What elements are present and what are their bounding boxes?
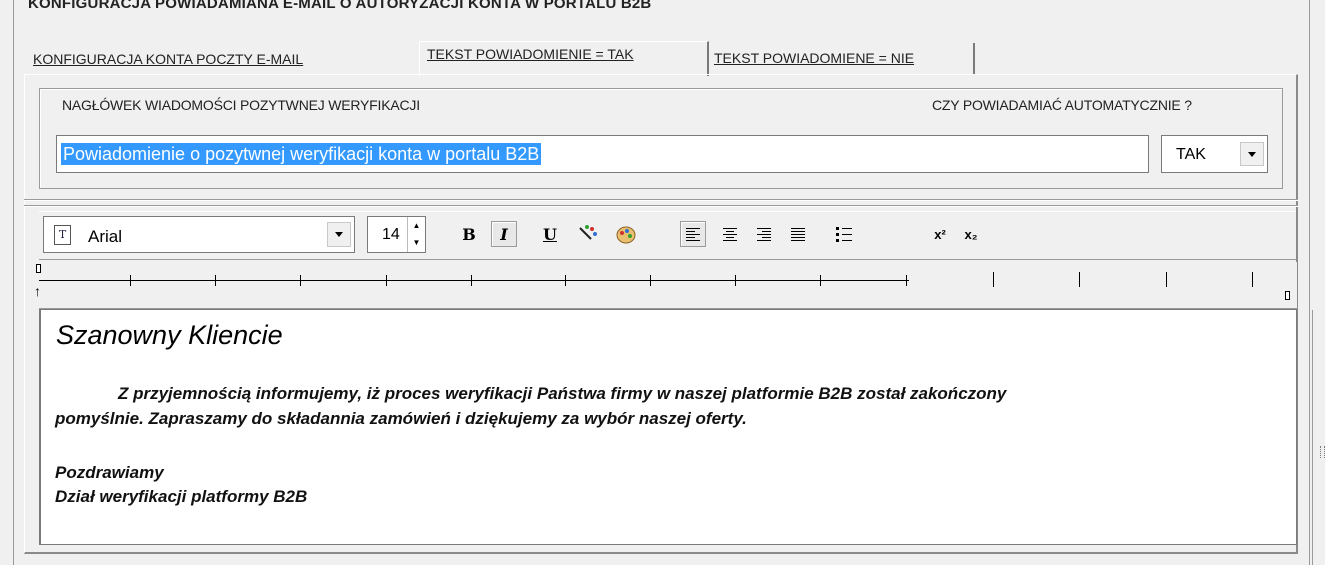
subject-input[interactable]: Powiadomienie o pozytwnej weryfikacji ko… <box>56 135 1149 173</box>
align-left-icon <box>686 227 700 241</box>
ruler-tick <box>1166 272 1167 287</box>
font-size-value: 14 <box>382 226 400 243</box>
subject-label: NAGŁÓWEK WIADOMOŚCI POZYTWNEJ WERYFIKACJ… <box>62 97 420 113</box>
align-center-icon <box>723 227 737 241</box>
window-title: KONFIGURACJA POWIADAMIANA E-MAIL O AUTOR… <box>28 0 652 12</box>
align-left-button[interactable] <box>680 221 706 247</box>
font-family-value: Arial <box>88 227 123 246</box>
align-right-button[interactable] <box>751 221 777 247</box>
window-left-border <box>13 0 14 565</box>
section-divider-2 <box>24 205 1298 207</box>
italic-button[interactable]: I <box>491 221 517 247</box>
tab-email-account[interactable]: KONFIGURACJA KONTA POCZTY E-MAIL <box>33 51 303 67</box>
justify-icon <box>791 227 805 241</box>
background-color-button[interactable] <box>613 221 639 247</box>
grip-icon[interactable] <box>1320 446 1325 458</box>
subject-input-value: Powiadomienie o pozytwnej weryfikacji ko… <box>61 143 542 165</box>
text-color-button[interactable] <box>575 221 601 247</box>
auto-notify-select[interactable]: TAK <box>1161 135 1268 173</box>
ruler-tick <box>471 275 472 286</box>
palette-icon <box>616 226 636 244</box>
ruler-tick <box>735 275 736 286</box>
chevron-down-icon <box>335 232 343 237</box>
ruler-tick <box>1252 272 1253 287</box>
ruler-tick <box>130 275 131 286</box>
ruler-tick <box>300 275 301 286</box>
ruler <box>39 262 1297 309</box>
tab-notification-no[interactable]: TEKST POWIADOMIENE = NIE <box>714 50 914 66</box>
font-size-stepper[interactable]: 14 ▲ ▼ <box>367 216 426 253</box>
spin-up-icon[interactable]: ▲ <box>408 217 425 234</box>
font-size-spinner[interactable]: ▲ ▼ <box>407 217 425 252</box>
editor-greeting: Szanowny Kliencie <box>56 320 283 350</box>
ruler-tick <box>565 275 566 286</box>
superscript-button[interactable]: x² <box>927 221 953 247</box>
window-right-border <box>1309 0 1310 565</box>
ruler-line <box>39 280 909 281</box>
ruler-tick <box>386 275 387 286</box>
auto-notify-dropdown-button[interactable] <box>1240 142 1264 166</box>
auto-notify-label: CZY POWIADAMIAĆ AUTOMATYCZNIE ? <box>932 97 1192 113</box>
indent-marker[interactable] <box>36 264 41 273</box>
editor-paragraph-line1: Z przyjemnością informujemy, iż proces w… <box>118 384 1007 403</box>
ruler-tick <box>215 275 216 286</box>
editor-paragraph-line2: pomyślnie. Zapraszamy do składannia zamó… <box>55 409 747 428</box>
ruler-tick <box>906 275 907 286</box>
bold-button[interactable]: B <box>456 221 482 247</box>
window-scrollbar[interactable] <box>1312 310 1325 565</box>
right-margin-marker[interactable] <box>1285 291 1290 300</box>
ruler-tick <box>1079 272 1080 287</box>
spin-down-icon[interactable]: ▼ <box>408 234 425 251</box>
justify-button[interactable] <box>785 221 811 247</box>
tab-notification-yes[interactable]: TEKST POWIADOMIENIE = TAK <box>427 46 634 62</box>
font-icon: T <box>54 225 71 245</box>
align-center-button[interactable] <box>717 221 743 247</box>
left-margin-arrow-icon[interactable]: ↑ <box>34 284 41 298</box>
auto-notify-value: TAK <box>1176 146 1206 163</box>
text-color-icon <box>579 225 597 240</box>
font-family-select[interactable]: T Arial <box>43 216 355 253</box>
font-dropdown-button[interactable] <box>327 222 351 247</box>
ruler-tick <box>820 275 821 286</box>
tab-separator <box>973 43 975 74</box>
editor-closing: Pozdrawiamy <box>55 463 164 482</box>
bullet-list-button[interactable] <box>831 221 857 247</box>
chevron-down-icon <box>1248 151 1256 157</box>
section-divider <box>24 199 1298 201</box>
editor-signature: Dział weryfikacji platformy B2B <box>55 487 308 506</box>
subscript-button[interactable]: x₂ <box>958 221 984 247</box>
bullet-list-icon <box>836 227 852 242</box>
underline-button[interactable]: U <box>537 221 563 247</box>
align-right-icon <box>757 227 771 241</box>
ruler-tick <box>993 272 994 287</box>
ruler-tick <box>650 275 651 286</box>
